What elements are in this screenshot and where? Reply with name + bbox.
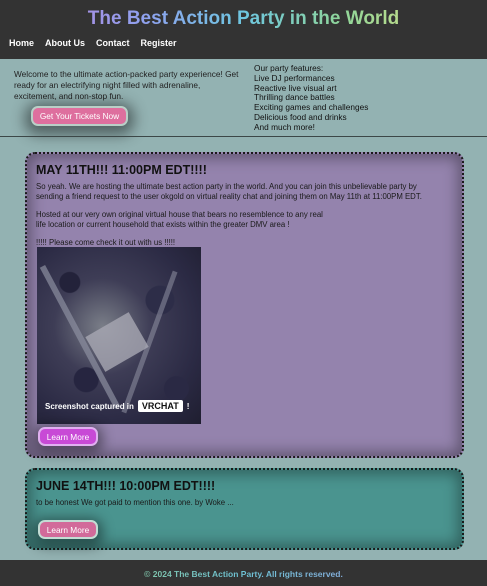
- get-tickets-button[interactable]: Get Your Tickets Now: [31, 106, 128, 126]
- nav-home[interactable]: Home: [9, 38, 34, 48]
- main-nav: Home About Us Contact Register: [9, 38, 188, 48]
- nav-about-us[interactable]: About Us: [45, 38, 85, 48]
- vrchat-logo: VRCHAT: [137, 400, 183, 412]
- site-header: The Best Action Party in the World Home …: [0, 0, 487, 59]
- caption-suffix: !: [186, 401, 190, 411]
- learn-more-button[interactable]: Learn More: [38, 427, 98, 446]
- event-paragraph: Hosted at our very own original virtual …: [36, 210, 323, 229]
- event-title: JUNE 14TH!!! 10:00PM EDT!!!!: [36, 479, 216, 493]
- event-description: to be honest We got paid to mention this…: [36, 498, 446, 517]
- footer-copyright: © 2024 The Best Action Party. All rights…: [0, 569, 487, 579]
- site-title: The Best Action Party in the World: [0, 8, 487, 30]
- learn-more-button[interactable]: Learn More: [38, 520, 98, 539]
- feature-item: And much more!: [254, 121, 315, 132]
- hero-intro: Welcome to the ultimate action-packed pa…: [14, 69, 239, 101]
- event-title: MAY 11TH!!! 11:00PM EDT!!!!: [36, 163, 207, 177]
- event-description: So yeah. We are hosting the ultimate bes…: [36, 182, 446, 257]
- caption-text: Screenshot captured in: [45, 401, 134, 411]
- event-card-may: MAY 11TH!!! 11:00PM EDT!!!! So yeah. We …: [25, 152, 464, 458]
- site-footer: © 2024 The Best Action Party. All rights…: [0, 560, 487, 586]
- event-card-june: JUNE 14TH!!! 10:00PM EDT!!!! to be hones…: [25, 468, 464, 550]
- features-list: Our party features: Live DJ performances…: [254, 63, 474, 133]
- nav-register[interactable]: Register: [141, 38, 177, 48]
- hero-divider: [0, 136, 487, 137]
- event-paragraph: So yeah. We are hosting the ultimate bes…: [36, 182, 422, 201]
- screenshot-caption: Screenshot captured in VRCHAT !: [45, 400, 189, 412]
- nav-contact[interactable]: Contact: [96, 38, 130, 48]
- vrchat-screenshot-image: Screenshot captured in VRCHAT !: [37, 247, 201, 424]
- event-paragraph: to be honest We got paid to mention this…: [36, 498, 234, 507]
